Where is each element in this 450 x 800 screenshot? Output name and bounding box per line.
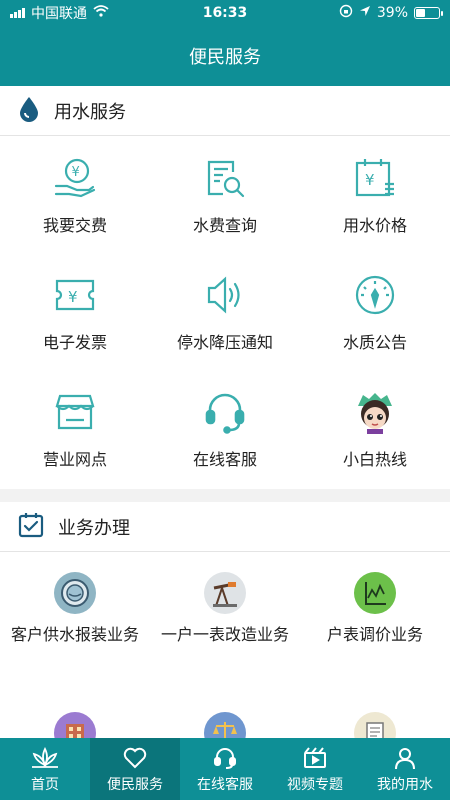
tab-my-water[interactable]: 我的用水 <box>360 745 450 794</box>
bottom-tab-bar: 首页 便民服务 在线客服 视频专题 我的用水 <box>0 738 450 800</box>
service-online-support[interactable]: 在线客服 <box>150 370 300 487</box>
service-label: 停水降压通知 <box>176 333 273 352</box>
tab-convenience-services[interactable]: 便民服务 <box>90 738 180 800</box>
business-meter-renovation[interactable]: 一户一表改造业务 <box>150 552 300 692</box>
service-e-invoice[interactable]: ¥ 电子发票 <box>0 253 150 370</box>
main-content[interactable]: 用水服务 ¥ 我要交费 水费查询 ¥ 用水价格 ¥ 电子发票 停水降压通知 水质… <box>0 86 450 738</box>
business-label: 一户一表改造业务 <box>160 625 289 644</box>
tab-label: 在线客服 <box>197 776 253 793</box>
orientation-lock-icon <box>339 4 353 22</box>
pump-icon <box>204 572 246 614</box>
chart-icon <box>354 572 396 614</box>
business-item-5[interactable] <box>150 692 300 738</box>
tab-label: 首页 <box>31 776 59 793</box>
tab-home[interactable]: 首页 <box>0 745 90 794</box>
service-pay-fees[interactable]: ¥ 我要交费 <box>0 136 150 253</box>
battery-percent: 39% <box>376 5 408 21</box>
mascot-icon <box>353 390 397 434</box>
headset-icon <box>213 745 237 771</box>
tab-label: 便民服务 <box>107 776 163 793</box>
page-title: 便民服务 <box>189 47 261 68</box>
service-label: 我要交费 <box>42 216 107 235</box>
service-label: 水质公告 <box>342 333 407 352</box>
svg-text:¥: ¥ <box>72 165 80 180</box>
invoice-ticket-icon: ¥ <box>53 273 97 317</box>
service-label: 在线客服 <box>192 450 257 469</box>
price-calendar-icon: ¥ <box>353 156 397 200</box>
headset-icon <box>203 390 247 434</box>
payment-hand-icon: ¥ <box>53 156 97 200</box>
tab-video-topics[interactable]: 视频专题 <box>270 745 360 794</box>
business-item-4[interactable] <box>0 692 150 738</box>
tab-online-support[interactable]: 在线客服 <box>180 745 270 794</box>
person-icon <box>393 745 417 771</box>
battery-icon <box>414 7 443 19</box>
svg-text:¥: ¥ <box>365 171 375 189</box>
lotus-icon <box>30 745 60 771</box>
service-label: 水费查询 <box>192 216 257 235</box>
speaker-icon <box>203 273 247 317</box>
business-price-adjust[interactable]: 户表调价业务 <box>300 552 450 692</box>
tab-label: 视频专题 <box>287 776 343 793</box>
store-icon <box>53 390 97 434</box>
document-icon <box>354 712 396 738</box>
service-outage-notice[interactable]: 停水降压通知 <box>150 253 300 370</box>
section-title: 用水服务 <box>54 101 126 123</box>
service-label: 营业网点 <box>42 450 107 469</box>
service-water-quality[interactable]: 水质公告 <box>300 253 450 370</box>
section-water-service-header: 用水服务 <box>0 86 450 136</box>
service-xiaobai-hotline[interactable]: 小白热线 <box>300 370 450 487</box>
section-business-header: 业务办理 <box>0 502 450 552</box>
business-grid: 客户供水报装业务 一户一表改造业务 户表调价业务 <box>0 552 450 738</box>
business-label: 客户供水报装业务 <box>10 625 139 644</box>
section-divider <box>0 489 450 502</box>
business-label: 户表调价业务 <box>326 625 423 644</box>
service-label: 小白热线 <box>342 450 407 469</box>
signal-icon <box>10 8 25 18</box>
water-meter-icon <box>54 572 96 614</box>
heart-icon <box>123 745 147 771</box>
business-item-6[interactable] <box>300 692 450 738</box>
scale-icon <box>204 712 246 738</box>
building-icon <box>54 712 96 738</box>
service-label: 电子发票 <box>42 333 107 352</box>
service-outlets[interactable]: 营业网点 <box>0 370 150 487</box>
checkbox-list-icon <box>18 512 44 542</box>
nav-bar: 便民服务 <box>0 26 450 86</box>
tab-label: 我的用水 <box>377 776 433 793</box>
status-bar: 中国联通 16:33 39% <box>0 0 450 26</box>
service-label: 用水价格 <box>342 216 407 235</box>
svg-text:¥: ¥ <box>68 288 78 306</box>
water-service-grid: ¥ 我要交费 水费查询 ¥ 用水价格 ¥ 电子发票 停水降压通知 水质公告 营业… <box>0 136 450 489</box>
business-water-installation[interactable]: 客户供水报装业务 <box>0 552 150 692</box>
water-drop-icon <box>18 96 40 126</box>
service-water-price[interactable]: ¥ 用水价格 <box>300 136 450 253</box>
location-icon <box>359 5 371 21</box>
section-title: 业务办理 <box>58 517 130 539</box>
video-icon <box>303 745 327 771</box>
wifi-icon <box>93 5 109 21</box>
carrier-name: 中国联通 <box>31 6 87 22</box>
gauge-icon <box>353 273 397 317</box>
service-bill-query[interactable]: 水费查询 <box>150 136 300 253</box>
bill-search-icon <box>203 156 247 200</box>
